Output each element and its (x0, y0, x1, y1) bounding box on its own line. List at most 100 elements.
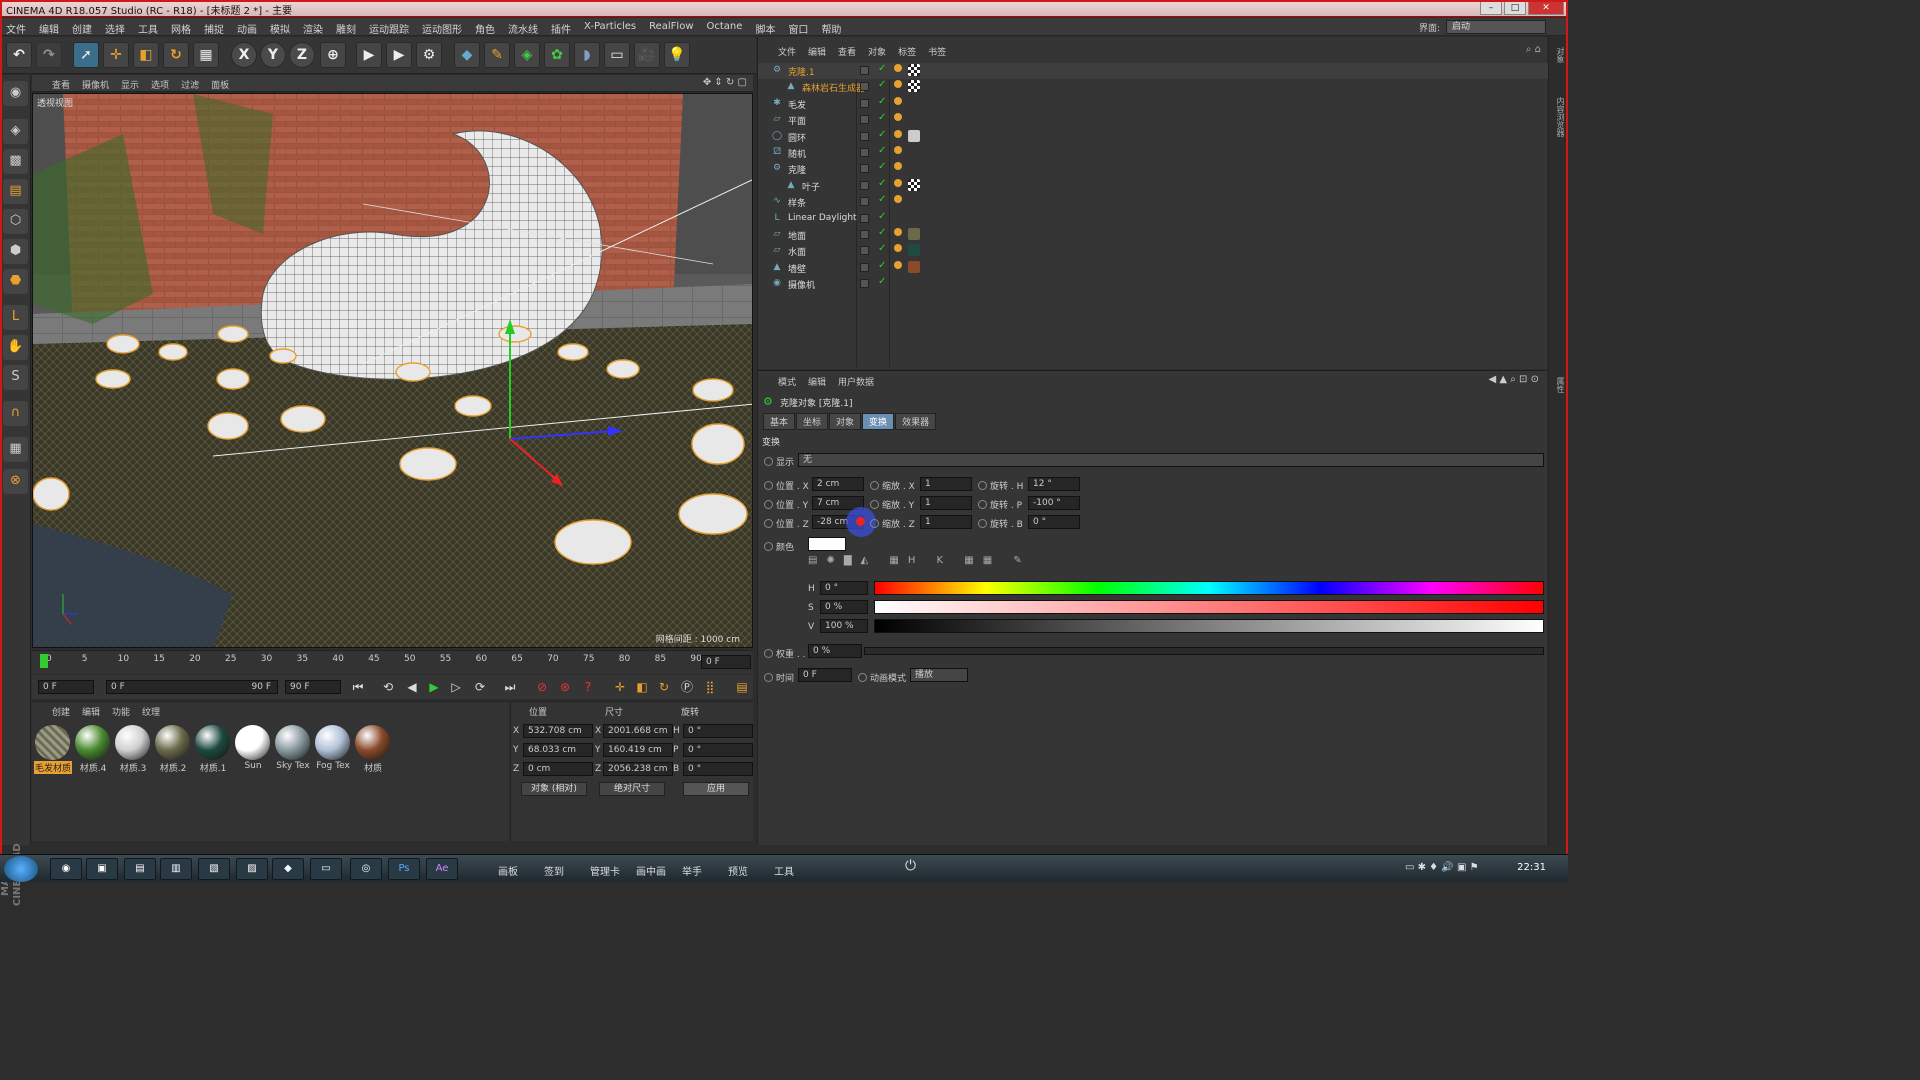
menu-item-10[interactable]: 雕刻 (336, 21, 356, 36)
workplane-icon[interactable]: ▤ (3, 179, 28, 204)
pen-spline-icon[interactable]: ✎ (484, 42, 510, 68)
polygons-mode-icon[interactable]: ⬣ (3, 269, 28, 294)
x-axis-lock-icon[interactable]: X (231, 42, 257, 68)
coordinate-system-icon[interactable]: ⊕ (320, 42, 346, 68)
material-menu-item-1[interactable]: 编辑 (82, 705, 100, 718)
enabled-check-icon[interactable]: ✓ (878, 227, 888, 238)
enabled-check-icon[interactable]: ✓ (878, 129, 888, 140)
attr-menu-item-1[interactable]: 编辑 (808, 375, 826, 388)
key-scale-icon[interactable]: ◧ (632, 678, 652, 696)
object-menu-item-0[interactable]: 文件 (778, 45, 796, 58)
taskbar-app-2[interactable]: ▣ (86, 858, 118, 880)
object-row[interactable]: ◯ 圆环 ✓ (758, 129, 1548, 145)
enabled-check-icon[interactable]: ✓ (878, 145, 888, 156)
maximize-button[interactable]: □ (1504, 1, 1526, 15)
coord-pos-field[interactable]: 532.708 cm (523, 724, 593, 738)
anim-mode-select[interactable]: 播放 (910, 668, 968, 682)
taskbar-quick-item-3[interactable]: 画中画 (636, 863, 666, 878)
visibility-toggle[interactable] (860, 246, 869, 256)
object-name[interactable]: 地面 (788, 229, 806, 242)
object-manager-search-icon[interactable]: ⌕ ⌂ (1526, 44, 1541, 55)
object-name[interactable]: 摄像机 (788, 278, 815, 291)
size-mode-select[interactable]: 绝对尺寸 (599, 782, 665, 796)
tag-icon[interactable] (894, 145, 902, 154)
scale-x-field[interactable]: 1 (920, 477, 972, 491)
attr-menu-item-2[interactable]: 用户数据 (838, 375, 874, 388)
visibility-toggle[interactable] (860, 82, 869, 92)
attr-menu-item-0[interactable]: 模式 (778, 375, 796, 388)
object-menu-item-2[interactable]: 查看 (838, 45, 856, 58)
taskbar-cinema4d[interactable]: ◎ (350, 858, 382, 880)
coord-size-field[interactable]: 2001.668 cm (603, 724, 673, 738)
visibility-toggle[interactable] (860, 147, 869, 157)
mograph-cloner-icon[interactable]: ✿ (544, 42, 570, 68)
menu-item-18[interactable]: Octane (707, 21, 743, 36)
object-name[interactable]: 叶子 (802, 180, 820, 193)
object-menu-item-4[interactable]: 标签 (898, 45, 916, 58)
taskbar-app-6[interactable]: ▨ (236, 858, 268, 880)
weight-field[interactable]: 0 % (808, 644, 862, 658)
workplane-lock-icon[interactable]: ▦ (3, 437, 28, 462)
menu-item-15[interactable]: 插件 (551, 21, 571, 36)
deformer-icon[interactable]: ◗ (574, 42, 600, 68)
viewport-menu-item-3[interactable]: 选项 (151, 78, 169, 91)
v-field[interactable]: 100 % (820, 619, 868, 633)
texture-mode-icon[interactable]: ▩ (3, 149, 28, 174)
menu-item-8[interactable]: 模拟 (270, 21, 290, 36)
object-name[interactable]: 水面 (788, 245, 806, 258)
object-row[interactable]: L Linear Daylight ✓ (758, 211, 1548, 227)
attr-tab-item-0[interactable]: 基本 (763, 413, 796, 430)
taskbar-quick-item-2[interactable]: 管理卡 (590, 863, 620, 878)
keyframe-selection-icon[interactable]: ? (578, 678, 598, 696)
taskbar-quick-item-4[interactable]: 举手 (682, 863, 702, 878)
key-pla-icon[interactable]: ⣿ (700, 678, 720, 696)
material-tag-icon[interactable] (908, 178, 920, 191)
start-frame-field[interactable]: 0 F (38, 680, 94, 694)
previous-frame-icon[interactable]: ◀ (402, 678, 422, 696)
menu-item-17[interactable]: RealFlow (649, 21, 693, 36)
scale-y-field[interactable]: 1 (920, 496, 972, 510)
go-to-start-icon[interactable]: ⏮ (348, 678, 368, 696)
scale-z-field[interactable]: 1 (920, 515, 972, 529)
scale-icon[interactable]: ◧ (133, 42, 159, 68)
timeline-scheme-icon[interactable]: ▤ (732, 678, 752, 696)
key-parameter-icon[interactable]: Ⓟ (677, 678, 697, 696)
object-name[interactable]: 森林岩石生成器 (802, 81, 865, 94)
rot-h-field[interactable]: 12 ° (1028, 477, 1080, 491)
object-row[interactable]: ⚂ 随机 ✓ (758, 145, 1548, 161)
menu-item-9[interactable]: 渲染 (303, 21, 323, 36)
perspective-viewport[interactable]: 透视视图 网格间距 : 1000 cm (32, 93, 753, 648)
render-view-icon[interactable]: ▶ (356, 42, 382, 68)
layout-select[interactable]: 启动 (1446, 20, 1546, 34)
attributes-side-tab[interactable]: 属性 (1552, 377, 1566, 393)
pos-x-field[interactable]: 2 cm (812, 477, 864, 491)
objects-side-tab[interactable]: 对象 (1552, 47, 1566, 63)
snap-icon[interactable]: S (3, 365, 28, 390)
points-mode-icon[interactable]: ⬡ (3, 209, 28, 234)
start-button[interactable] (4, 856, 38, 882)
enabled-check-icon[interactable]: ✓ (878, 277, 888, 287)
taskbar-quick-item-5[interactable]: 预览 (728, 863, 748, 878)
tray-icons[interactable]: ▭ ✱ ♦ 🔊 ▣ ⚑ (1405, 862, 1479, 873)
attr-tab-item-4[interactable]: 效果器 (895, 413, 937, 430)
enabled-check-icon[interactable]: ✓ (878, 96, 888, 107)
subdivision-icon[interactable]: ◈ (514, 42, 540, 68)
apply-button[interactable]: 应用 (683, 782, 749, 796)
auto-keyframe-icon[interactable]: ⊛ (555, 678, 575, 696)
coord-pos-field[interactable]: 68.033 cm (523, 743, 593, 757)
tag-icon[interactable] (894, 195, 902, 204)
taskbar-app-5[interactable]: ▧ (198, 858, 230, 880)
cube-icon[interactable]: ◆ (454, 42, 480, 68)
tag-icon[interactable] (894, 227, 902, 236)
light-icon[interactable]: 💡 (664, 42, 690, 68)
visibility-toggle[interactable] (860, 115, 869, 125)
material-tag-icon[interactable] (908, 260, 920, 273)
hue-slider[interactable] (874, 581, 1544, 595)
close-button[interactable]: ✕ (1528, 1, 1564, 15)
enabled-check-icon[interactable]: ✓ (878, 178, 888, 189)
viewport-nav-icons[interactable]: ✥ ⇕ ↻ ▢ (703, 77, 747, 88)
z-axis-lock-icon[interactable]: Z (289, 42, 315, 68)
object-row[interactable]: ▱ 水面 ✓ (758, 243, 1548, 259)
visibility-toggle[interactable] (860, 180, 869, 190)
object-row[interactable]: ∿ 样条 ✓ (758, 194, 1548, 210)
